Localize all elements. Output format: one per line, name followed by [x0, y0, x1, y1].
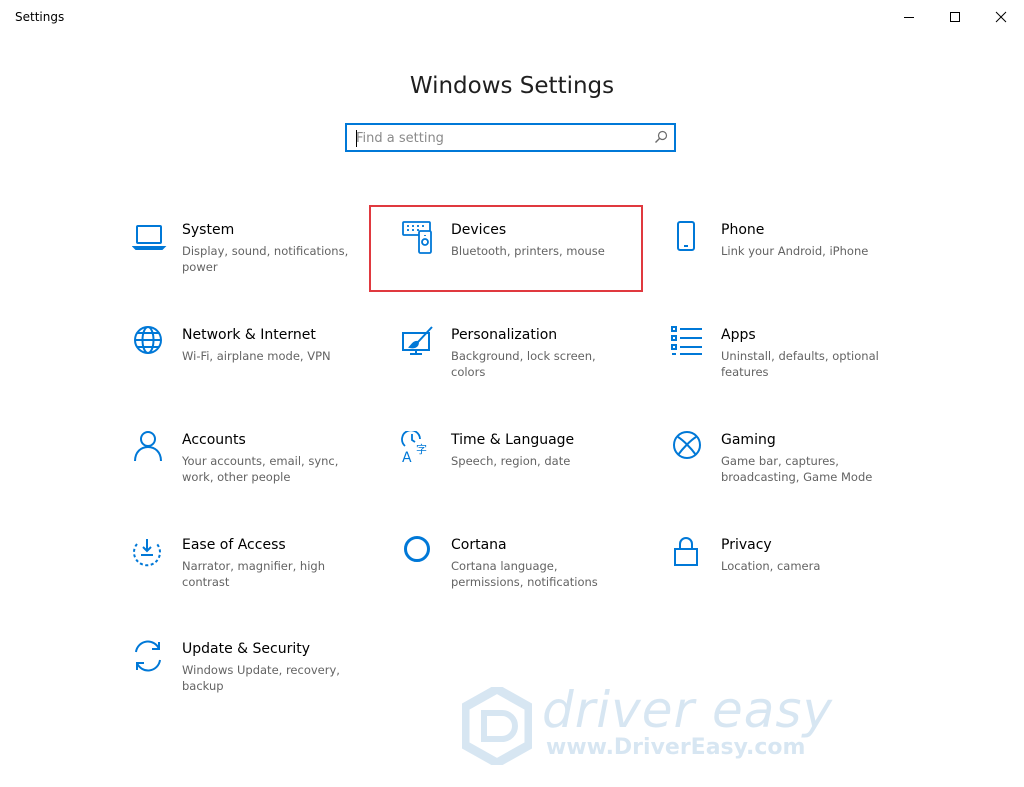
close-button[interactable]	[978, 0, 1024, 34]
minimize-button[interactable]	[886, 0, 932, 34]
tile-description: Link your Android, iPhone	[721, 244, 869, 258]
tile-title: Ease of Access	[182, 537, 286, 553]
maximize-button[interactable]	[932, 0, 978, 34]
search-input[interactable]	[356, 129, 646, 147]
tile-description: Speech, region, date	[451, 454, 571, 468]
tile-title: Gaming	[721, 432, 776, 448]
globe-icon	[134, 326, 162, 354]
tile-personalization[interactable]: Personalization Background, lock screen,…	[401, 326, 641, 406]
close-icon	[995, 11, 1007, 23]
ease-of-access-icon	[133, 539, 161, 567]
watermark: driver easy www.DriverEasy.com	[462, 681, 832, 765]
person-icon	[134, 431, 162, 462]
tile-network-internet[interactable]: Network & Internet Wi-Fi, airplane mode,…	[132, 326, 372, 406]
tile-ease-of-access[interactable]: Ease of Access Narrator, magnifier, high…	[132, 536, 372, 616]
tile-description: Background, lock screen, colors	[451, 349, 596, 379]
personalization-icon	[402, 326, 433, 355]
svg-text:A: A	[402, 450, 412, 466]
tile-title: Update & Security	[182, 641, 311, 657]
cortana-icon	[404, 536, 430, 562]
lock-icon	[674, 537, 698, 566]
driver-easy-logo	[462, 687, 532, 765]
tile-description: Wi-Fi, airplane mode, VPN	[182, 349, 331, 363]
watermark-brand: driver easy	[542, 681, 834, 739]
tile-update-security[interactable]: Update & Security Windows Update, recove…	[132, 640, 372, 720]
tile-gaming[interactable]: Gaming Game bar, captures, broadcasting,…	[671, 431, 911, 511]
title-bar: Settings	[0, 0, 1024, 34]
tile-apps[interactable]: Apps Uninstall, defaults, optional featu…	[671, 326, 911, 406]
tile-title: System	[182, 222, 235, 238]
tile-title: Apps	[721, 327, 756, 343]
laptop-icon	[132, 225, 167, 250]
tile-privacy[interactable]: Privacy Location, camera	[671, 536, 911, 616]
xbox-icon	[673, 431, 701, 459]
svg-text:字: 字	[416, 442, 427, 456]
tile-description: Location, camera	[721, 559, 821, 573]
tile-cortana[interactable]: Cortana Cortana language, permissions, n…	[401, 536, 641, 616]
tile-title: Phone	[721, 222, 765, 238]
tile-title: Accounts	[182, 432, 246, 448]
search-icon[interactable]	[654, 130, 668, 144]
tile-description: Uninstall, defaults, optional features	[721, 349, 879, 379]
page-title: Windows Settings	[409, 73, 615, 100]
highlight-box	[369, 205, 643, 292]
phone-icon	[677, 221, 695, 251]
apps-list-icon	[671, 326, 702, 355]
tile-description: Game bar, captures, broadcasting, Game M…	[721, 454, 873, 484]
tile-accounts[interactable]: Accounts Your accounts, email, sync, wor…	[132, 431, 372, 511]
tile-system[interactable]: System Display, sound, notifications, po…	[132, 221, 372, 301]
tile-title: Time & Language	[451, 432, 575, 448]
text-caret	[356, 130, 357, 147]
window-title: Settings	[15, 10, 65, 24]
tile-title: Personalization	[451, 327, 558, 343]
sync-icon	[135, 640, 161, 672]
tile-time-language[interactable]: A 字 Time & Language Speech, region, date	[401, 431, 641, 511]
watermark-url: www.DriverEasy.com	[546, 735, 806, 760]
minimize-icon	[904, 17, 914, 18]
time-language-icon: A 字	[401, 431, 427, 466]
tile-description: Narrator, magnifier, high contrast	[182, 559, 325, 589]
tile-description: Your accounts, email, sync, work, other …	[182, 454, 339, 484]
tile-title: Cortana	[451, 537, 507, 553]
tile-description: Display, sound, notifications, power	[182, 244, 349, 274]
search-box[interactable]	[345, 123, 676, 152]
tile-phone[interactable]: Phone Link your Android, iPhone	[671, 221, 911, 301]
tile-description: Windows Update, recovery, backup	[182, 663, 340, 693]
maximize-icon	[950, 12, 960, 22]
tile-title: Privacy	[721, 537, 772, 553]
tile-title: Network & Internet	[182, 327, 316, 343]
tile-description: Cortana language, permissions, notificat…	[451, 559, 598, 589]
